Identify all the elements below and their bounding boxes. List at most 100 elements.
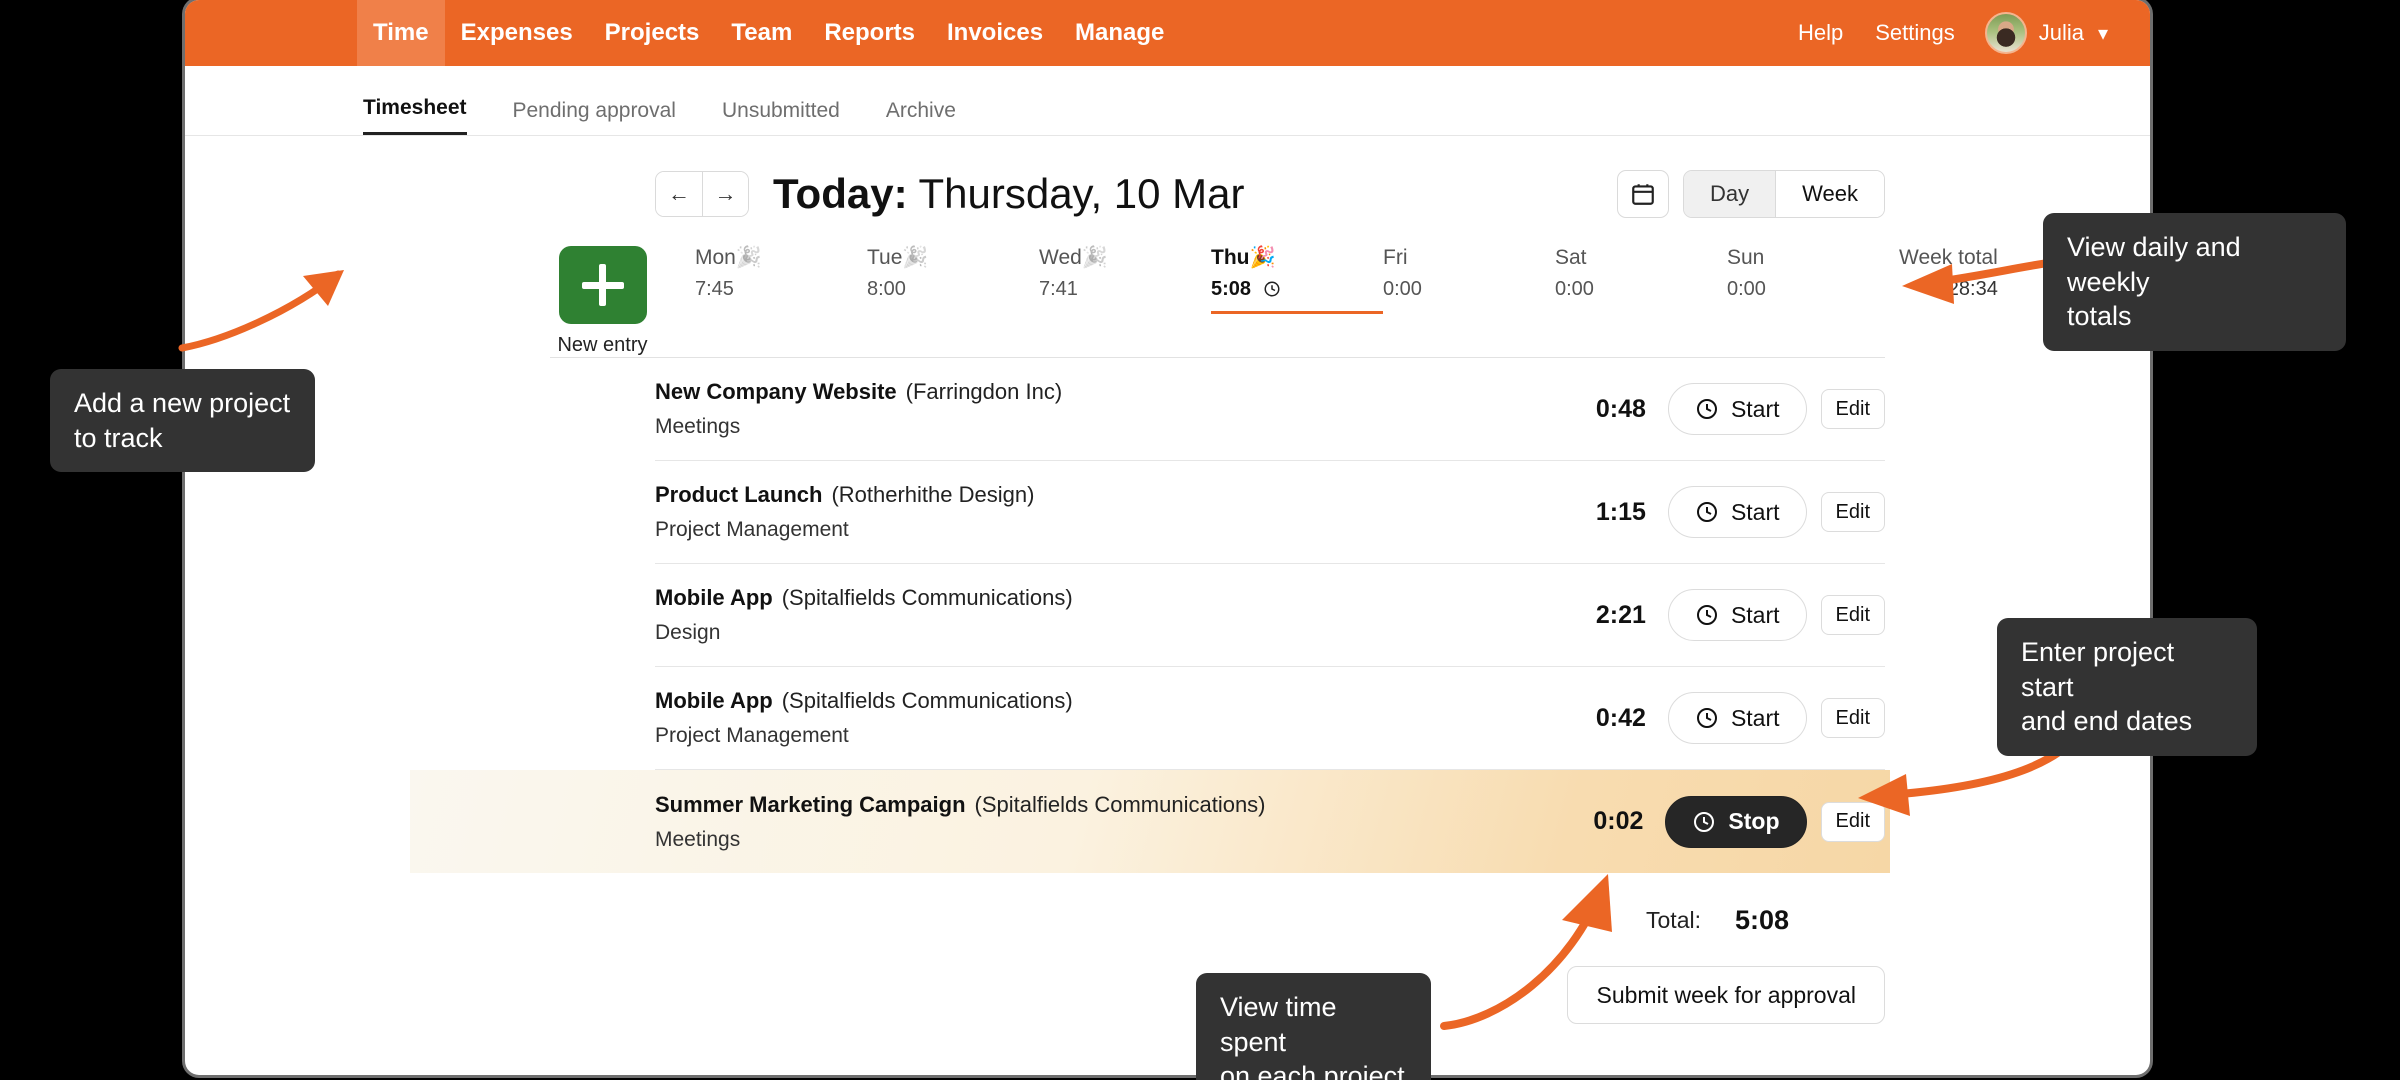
start-timer-button[interactable]: Start [1667,692,1807,744]
new-entry-button[interactable] [558,246,647,324]
day-column-tue[interactable]: Tue🎉 8:00 [867,246,1039,301]
day-columns: Mon🎉 7:45 Tue🎉 8:00 Wed🎉 7:41 Thu🎉 5:08 … [695,246,1998,314]
day-total-fri: 0:00 [1383,278,1422,300]
nav-item-settings[interactable]: Settings [1859,20,1971,46]
entry-project: Summer Marketing Campaign [655,791,966,817]
nav-item-help[interactable]: Help [1782,20,1859,46]
view-toggle-group: Day Week [1617,170,1885,218]
day-week-segmented-control: Day Week [1683,170,1885,218]
previous-day-button[interactable]: ← [656,172,702,216]
day-name-mon: Mon🎉 [695,246,763,269]
day-name-fri: Fri [1383,246,1408,269]
view-day-button[interactable]: Day [1684,171,1776,217]
edit-entry-button[interactable]: Edit [1820,492,1885,532]
entry-client: (Spitalfields Communications) [781,688,1073,713]
day-column-wed[interactable]: Wed🎉 7:41 [1039,246,1211,301]
start-timer-button[interactable]: Start [1667,589,1807,641]
chevron-down-icon[interactable]: ▾ [2098,21,2108,46]
nav-item-projects[interactable]: Projects [589,0,716,66]
date-title-today: Today: [773,170,908,217]
entry-title: Mobile App (Spitalfields Communications) [655,688,1541,714]
start-label: Start [1730,395,1780,422]
nav-item-time[interactable]: Time [357,0,445,66]
week-days-row: New entry Mon🎉 7:45 Tue🎉 8:00 Wed🎉 7:41 … [550,246,1998,358]
tab-unsubmitted[interactable]: Unsubmitted [722,99,840,135]
clock-icon [1694,811,1715,832]
date-nav-arrows: ← → [655,171,749,217]
entry-title: Summer Marketing Campaign (Spitalfields C… [655,792,1538,818]
party-popper-icon: 🎉 [902,246,929,269]
calendar-icon[interactable] [1617,170,1670,218]
entry-info: Mobile App (Spitalfields Communications) … [655,585,1541,645]
tab-pending-approval[interactable]: Pending approval [513,99,676,135]
entry-info: Product Launch (Rotherhithe Design) Proje… [655,482,1541,542]
party-popper-icon: 🎉 [735,246,763,269]
clock-icon [1264,281,1280,297]
screenshot-root: Time Expenses Projects Team Reports Invo… [0,0,2400,1080]
day-name-sat: Sat [1555,246,1587,269]
day-column-mon[interactable]: Mon🎉 7:45 [695,246,867,301]
utility-nav: Help Settings Julia ▾ [1782,12,2150,54]
nav-item-reports[interactable]: Reports [808,0,931,66]
nav-item-expenses[interactable]: Expenses [445,0,589,66]
day-column-sat[interactable]: Sat 0:00 [1555,246,1727,301]
table-row[interactable]: Mobile App (Spitalfields Communications) … [655,667,1885,770]
user-name[interactable]: Julia [2039,20,2084,46]
entry-project: Mobile App [655,688,773,713]
nav-item-manage[interactable]: Manage [1059,0,1180,66]
edit-entry-button[interactable]: Edit [1820,801,1885,842]
entry-project: Mobile App [655,585,773,610]
stop-timer-button[interactable]: Stop [1665,795,1807,848]
day-total-mon: 7:45 [695,278,734,300]
edit-entry-button[interactable]: Edit [1820,389,1885,429]
submit-week-button[interactable]: Submit week for approval [1567,966,1885,1024]
day-name-wed: Wed🎉 [1039,246,1108,269]
party-popper-icon: 🎉 [1249,246,1276,269]
view-week-button[interactable]: Week [1775,171,1884,217]
total-label: Total: [1646,907,1701,933]
week-total-label: Week total [1899,246,1998,269]
nav-item-invoices[interactable]: Invoices [931,0,1059,66]
entry-client: (Rotherhithe Design) [831,482,1035,507]
week-total-value: 28:34 [1947,278,1998,300]
day-column-fri[interactable]: Fri 0:00 [1383,246,1555,301]
edit-entry-button[interactable]: Edit [1820,595,1885,635]
callout-time-spent: View time spent on each project [1196,973,1431,1080]
next-day-button[interactable]: → [702,172,748,216]
total-value: 5:08 [1735,905,1790,935]
entry-info: Summer Marketing Campaign (Spitalfields C… [655,792,1538,852]
table-row-running[interactable]: Summer Marketing Campaign (Spitalfields C… [410,770,1890,873]
tab-archive[interactable]: Archive [886,99,956,135]
day-name-thu: Thu🎉 [1211,246,1276,269]
new-entry-block: New entry [550,246,655,357]
start-label: Start [1730,704,1780,731]
entry-title: New Company Website (Farringdon Inc) [655,379,1541,405]
day-column-thu[interactable]: Thu🎉 5:08 [1211,246,1383,314]
entry-info: New Company Website (Farringdon Inc) Meet… [655,379,1541,439]
date-title-date: Thursday, 10 Mar [918,170,1245,217]
callout-weekly-totals: View daily and weekly totals [2043,213,2346,351]
week-total-block: Week total 28:34 [1899,246,1998,301]
entry-task: Project Management [655,518,849,541]
table-row[interactable]: New Company Website (Farringdon Inc) Meet… [655,358,1885,461]
table-row[interactable]: Mobile App (Spitalfields Communications) … [655,564,1885,667]
avatar[interactable] [1984,12,2027,54]
callout-new-project: Add a new project to track [50,369,315,473]
entry-project: Product Launch [655,482,823,507]
start-timer-button[interactable]: Start [1667,383,1807,435]
clock-icon [1696,399,1717,419]
top-navigation-bar: Time Expenses Projects Team Reports Invo… [185,0,2150,66]
table-row[interactable]: Product Launch (Rotherhithe Design) Proje… [655,461,1885,564]
day-name-tue: Tue🎉 [867,246,929,269]
start-timer-button[interactable]: Start [1667,486,1807,538]
main-content: ← → Today: Thursday, 10 Mar Day Week New… [185,136,2150,1024]
day-total-sat: 0:00 [1555,278,1594,300]
tab-timesheet[interactable]: Timesheet [363,96,467,135]
nav-item-team[interactable]: Team [715,0,808,66]
entry-client: (Spitalfields Communications) [781,585,1073,610]
edit-entry-button[interactable]: Edit [1820,698,1885,738]
day-total-thu: 5:08 [1211,278,1383,301]
clock-icon [1696,708,1717,728]
party-popper-icon: 🎉 [1081,246,1108,269]
day-column-sun[interactable]: Sun 0:00 [1727,246,1899,301]
